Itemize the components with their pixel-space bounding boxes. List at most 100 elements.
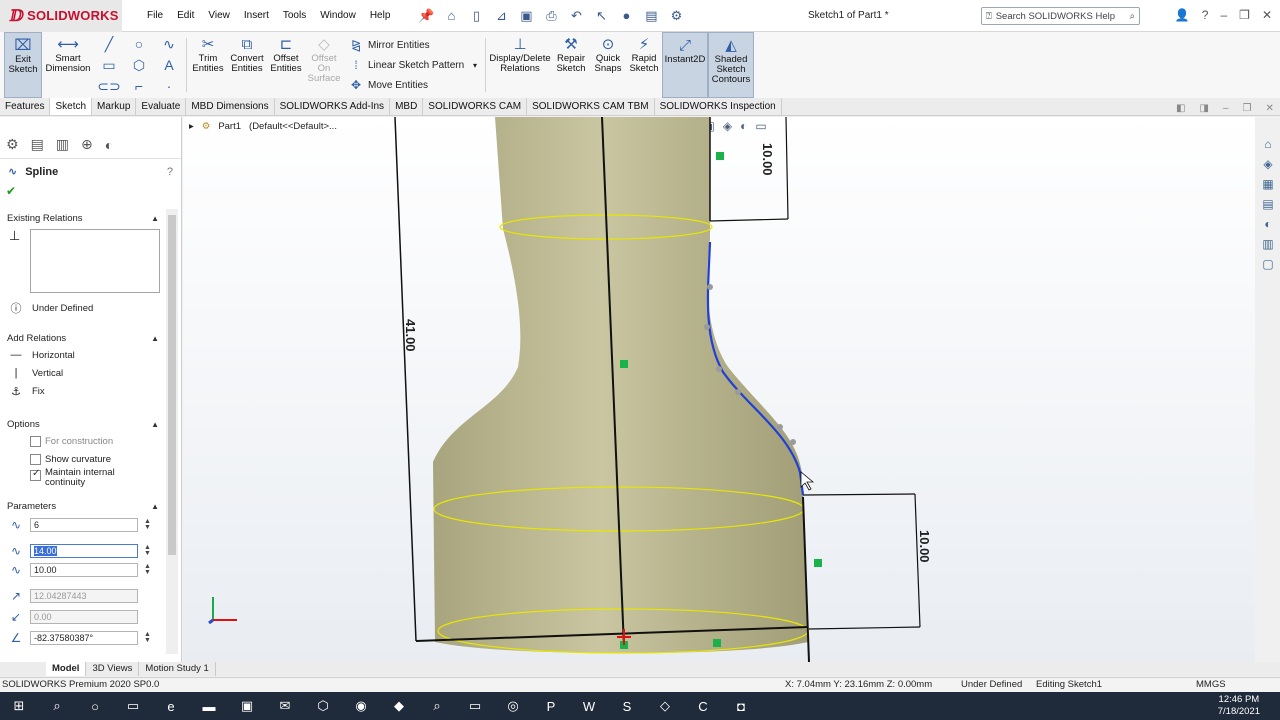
windows-start-icon[interactable]: ⊞ <box>0 692 38 720</box>
menu-tools[interactable]: Tools <box>276 10 313 21</box>
whatsapp-icon[interactable]: ◎ <box>494 692 532 720</box>
convert-entities-button[interactable]: ⧉ Convert Entities <box>227 32 267 98</box>
menu-window[interactable]: Window <box>313 10 363 21</box>
spinner-icon[interactable]: ▲ ▼ <box>144 518 151 531</box>
task-view-icon[interactable]: ▭ <box>114 692 152 720</box>
system-clock[interactable]: 12:46 PM 7/18/2021 <box>1218 694 1260 718</box>
3d-viewer-icon[interactable]: ⬡ <box>304 692 342 720</box>
powerpoint-icon[interactable]: P <box>532 692 570 720</box>
select-icon[interactable]: ↖ <box>592 7 610 25</box>
spinner-icon[interactable]: ▲ ▼ <box>144 631 151 644</box>
help-icon[interactable]: ? <box>167 166 173 178</box>
x-coordinate-field[interactable]: 14.00 <box>30 544 138 558</box>
trim-entities-button[interactable]: ✂ Trim Entities <box>189 32 227 98</box>
point-icon[interactable]: · <box>154 76 184 97</box>
spinner-icon[interactable]: ▲ ▼ <box>144 544 151 557</box>
options-header[interactable]: Options ▲ <box>0 418 166 432</box>
dimension-top-right[interactable]: 10.00 <box>760 143 775 176</box>
circle-icon[interactable]: ○ <box>124 34 154 55</box>
user-icon[interactable]: 👤 <box>1175 8 1190 22</box>
design-library-icon[interactable]: ▦ <box>1262 177 1273 191</box>
solidworks-taskbar-icon[interactable]: S <box>608 692 646 720</box>
pm-scroll-thumb[interactable] <box>168 215 176 555</box>
display-manager-icon[interactable]: ◐ <box>105 137 113 153</box>
rapid-sketch-button[interactable]: ⚡ Rapid Sketch <box>626 32 662 98</box>
save-icon[interactable]: ▣ <box>517 7 535 25</box>
file-explorer-icon[interactable]: ▤ <box>1262 197 1273 211</box>
search-icon[interactable]: ⌕ <box>38 692 76 720</box>
search-help-input[interactable]: ⍰ Search SOLIDWORKS Help ⌕ <box>981 7 1140 25</box>
open-icon[interactable]: ⊿ <box>492 7 510 25</box>
repair-sketch-button[interactable]: ⚒ Repair Sketch <box>552 32 590 98</box>
app-icon[interactable]: ◆ <box>380 692 418 720</box>
for-construction-option[interactable]: For construction <box>0 432 166 450</box>
fillet-icon[interactable]: ⌐ <box>124 76 154 97</box>
point-count-field[interactable]: 6 <box>30 518 138 532</box>
menu-view[interactable]: View <box>201 10 237 21</box>
pin-icon[interactable]: 📌 <box>417 7 435 25</box>
menu-file[interactable]: File <box>140 10 170 21</box>
undo-icon[interactable]: ↶ <box>567 7 585 25</box>
file-explorer-icon[interactable]: ▬ <box>190 692 228 720</box>
tab-inspection[interactable]: SOLIDWORKS Inspection <box>655 98 782 115</box>
forum-icon[interactable]: ▢ <box>1262 257 1273 271</box>
line-icon[interactable]: ╱ <box>94 34 124 55</box>
tangency-angle-field[interactable]: -82.37580387° <box>30 631 138 645</box>
unit-system[interactable]: MMGS <box>1196 678 1226 692</box>
slot-icon[interactable]: ⊂⊃ <box>94 76 124 97</box>
minimize-icon[interactable]: – <box>1223 103 1229 114</box>
restore-icon[interactable]: ❐ <box>1239 8 1250 22</box>
folder-icon[interactable]: ▭ <box>456 692 494 720</box>
dimension-bottom-right[interactable]: 10.00 <box>917 530 932 563</box>
camtasia-icon[interactable]: C <box>684 692 722 720</box>
dimxpert-icon[interactable]: ⊕ <box>81 136 93 153</box>
mirror-entities-button[interactable]: ⧎ Mirror Entities <box>349 38 483 52</box>
graphics-area[interactable]: ▸ ⚙ Part1 (Default<<Default>... ⤢ ⊞ ↶ ◫ … <box>183 117 1255 662</box>
tile-icon[interactable]: ◨ <box>1199 103 1208 114</box>
spline-icon[interactable]: ∿ <box>154 34 184 55</box>
existing-relations-header[interactable]: Existing Relations ▲ <box>0 212 166 226</box>
dimension-left[interactable]: 41.00 <box>403 319 418 352</box>
text-icon[interactable]: A <box>154 55 184 76</box>
polygon-icon[interactable]: ⬡ <box>124 55 154 76</box>
options-gear-icon[interactable]: ⚙ <box>667 7 685 25</box>
menu-help[interactable]: Help <box>363 10 398 21</box>
quick-snaps-button[interactable]: ⊙ Quick Snaps <box>590 32 626 98</box>
tab-mbd[interactable]: MBD <box>390 98 424 115</box>
instant2d-button[interactable]: ⤢ Instant2D <box>662 32 708 98</box>
maintain-continuity-checkbox[interactable] <box>30 468 41 481</box>
display-delete-relations-button[interactable]: ⊥ Display/Delete Relations <box>488 32 552 98</box>
ok-check-icon[interactable]: ✔ <box>0 184 181 198</box>
tab-motion-study[interactable]: Motion Study 1 <box>139 662 216 676</box>
store-icon[interactable]: ▣ <box>228 692 266 720</box>
file-properties-icon[interactable]: ▤ <box>642 7 660 25</box>
relation-horizontal[interactable]: — Horizontal <box>0 346 166 364</box>
chrome-icon[interactable]: ◉ <box>342 692 380 720</box>
menu-insert[interactable]: Insert <box>237 10 276 21</box>
offset-on-surface-button[interactable]: ◇ Offset On Surface <box>305 32 343 98</box>
home-icon[interactable]: ⌂ <box>1264 137 1271 151</box>
tab-mbd-dimensions[interactable]: MBD Dimensions <box>186 98 275 115</box>
print-icon[interactable]: ⎙ <box>542 7 560 25</box>
tab-cam[interactable]: SOLIDWORKS CAM <box>423 98 528 115</box>
custom-properties-icon[interactable]: ▥ <box>1262 237 1273 251</box>
tab-addins[interactable]: SOLIDWORKS Add-Ins <box>275 98 391 115</box>
search-app-icon[interactable]: ⌕ <box>418 692 456 720</box>
shaded-sketch-contours-button[interactable]: ◭ Shaded Sketch Contours <box>708 32 754 98</box>
exit-sketch-button[interactable]: ⌧ Exit Sketch <box>4 32 42 98</box>
search-icon[interactable]: ⌕ <box>1130 11 1135 22</box>
mail-icon[interactable]: ✉ <box>266 692 304 720</box>
show-curvature-option[interactable]: Show curvature <box>0 450 166 468</box>
minimize-icon[interactable]: – <box>1220 8 1227 22</box>
recorder-icon[interactable]: ◘ <box>722 692 760 720</box>
tab-3d-views[interactable]: 3D Views <box>86 662 140 676</box>
smart-dimension-button[interactable]: ⟷ Smart Dimension <box>42 32 94 98</box>
move-entities-button[interactable]: ✥ Move Entities <box>349 78 483 92</box>
tab-evaluate[interactable]: Evaluate <box>136 98 187 115</box>
close-icon[interactable]: ✕ <box>1262 8 1272 22</box>
property-manager-icon[interactable]: ▤ <box>31 136 44 153</box>
configuration-manager-icon[interactable]: ▥ <box>56 136 69 153</box>
add-relations-header[interactable]: Add Relations ▲ <box>0 332 166 346</box>
cortana-icon[interactable]: ○ <box>76 692 114 720</box>
chevron-down-icon[interactable]: ▾ <box>473 61 477 70</box>
